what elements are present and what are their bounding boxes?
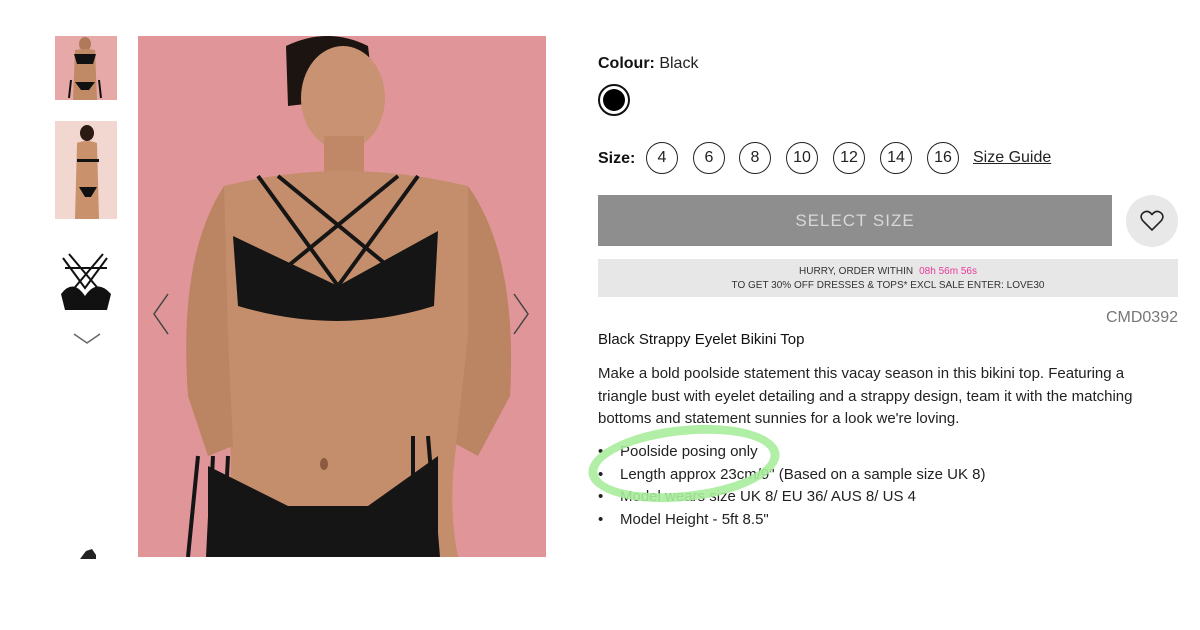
colour-value: Black	[659, 55, 699, 72]
colour-row: Colour: Black	[598, 55, 698, 73]
promo-timer: 08h 56m 56s	[919, 266, 977, 277]
main-product-image	[138, 36, 546, 557]
size-option-12[interactable]: 12	[833, 142, 865, 174]
promo-line-2: TO GET 30% OFF DRESSES & TOPS* EXCL SALE…	[731, 280, 1045, 291]
size-option-4[interactable]: 4	[646, 142, 678, 174]
size-option-6[interactable]: 6	[693, 142, 725, 174]
product-description: Make a bold poolside statement this vaca…	[598, 365, 1133, 427]
colour-swatch-black[interactable]	[598, 84, 630, 116]
promo-text: HURRY, ORDER WITHIN	[799, 266, 914, 277]
image-next-chevron-icon[interactable]	[510, 292, 532, 336]
size-option-16[interactable]: 16	[927, 142, 959, 174]
list-item: Poolside posing only	[598, 441, 1178, 464]
thumbnail-flatlay[interactable]	[55, 248, 117, 320]
size-selector: Size: 4 6 8 10 12 14 16 Size Guide	[598, 142, 1178, 176]
product-sku: CMD0392	[1105, 309, 1178, 326]
list-item: Model wears size UK 8/ EU 36/ AUS 8/ US …	[598, 486, 1178, 509]
thumbnail-front[interactable]	[55, 36, 117, 100]
heart-icon	[1140, 210, 1164, 232]
thumbnails-down-chevron-icon[interactable]	[73, 330, 101, 346]
select-size-button[interactable]: SELECT SIZE	[598, 195, 1112, 246]
size-option-14[interactable]: 14	[880, 142, 912, 174]
list-item: Length approx 23cm/9" (Based on a sample…	[598, 464, 1178, 487]
size-option-10[interactable]: 10	[786, 142, 818, 174]
promo-banner: HURRY, ORDER WITHIN 08h 56m 56s TO GET 30…	[598, 259, 1178, 297]
size-guide-link[interactable]: Size Guide	[973, 149, 1051, 167]
size-label: Size:	[598, 150, 636, 167]
product-details-list: Poolside posing only Length approx 23cm/…	[598, 441, 1178, 531]
promo-line-1: HURRY, ORDER WITHIN 08h 56m 56s	[598, 265, 1178, 279]
thumbnail-partial[interactable]	[78, 546, 98, 559]
product-title: Black Strappy Eyelet Bikini Top	[598, 331, 805, 348]
colour-label: Colour:	[598, 55, 655, 72]
wishlist-button[interactable]	[1126, 195, 1178, 247]
thumbnail-back[interactable]	[55, 121, 117, 219]
swatch-fill	[603, 89, 625, 111]
list-item: Model Height - 5ft 8.5"	[598, 509, 1178, 532]
image-prev-chevron-icon[interactable]	[150, 292, 172, 336]
size-option-8[interactable]: 8	[739, 142, 771, 174]
